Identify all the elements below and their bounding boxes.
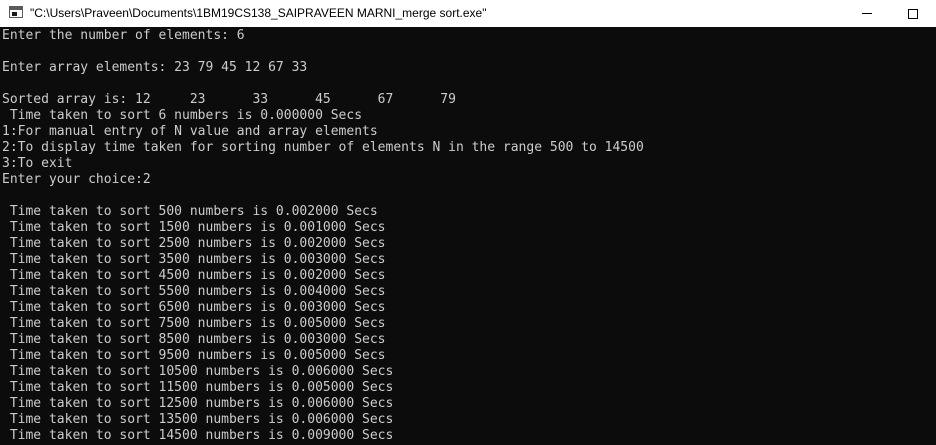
console-line: Time taken to sort 500 numbers is 0.0020… [2, 204, 378, 219]
maximize-button[interactable] [890, 0, 936, 27]
console-line: Time taken to sort 6 numbers is 0.000000… [2, 108, 363, 123]
console-lines: Enter the number of elements: 6 Enter ar… [2, 28, 644, 444]
console-line: Time taken to sort 13500 numbers is 0.00… [2, 412, 394, 427]
console-line: Enter array elements: 23 79 45 12 67 33 [2, 60, 308, 75]
console-line: Time taken to sort 14500 numbers is 0.00… [2, 428, 394, 443]
console-output[interactable]: Enter the number of elements: 6 Enter ar… [0, 27, 936, 445]
console-line: Time taken to sort 12500 numbers is 0.00… [2, 396, 394, 411]
console-line: 1:For manual entry of N value and array … [2, 124, 378, 139]
console-app-icon[interactable] [9, 6, 23, 18]
console-line: Time taken to sort 8500 numbers is 0.003… [2, 332, 386, 347]
console-line: 3:To exit [2, 156, 73, 171]
console-window: "C:\Users\Praveen\Documents\1BM19CS138_S… [0, 0, 936, 445]
console-line: Time taken to sort 6500 numbers is 0.003… [2, 300, 386, 315]
minimize-button[interactable] [844, 0, 890, 27]
console-line: Time taken to sort 9500 numbers is 0.005… [2, 348, 386, 363]
console-line: Time taken to sort 7500 numbers is 0.005… [2, 316, 386, 331]
console-line: Time taken to sort 3500 numbers is 0.003… [2, 252, 386, 267]
console-line: Time taken to sort 5500 numbers is 0.004… [2, 284, 386, 299]
title-bar[interactable]: "C:\Users\Praveen\Documents\1BM19CS138_S… [0, 0, 936, 28]
console-line: Sorted array is: 12 23 33 45 67 79 [2, 92, 456, 107]
console-line: Enter the number of elements: 6 [2, 28, 245, 43]
console-line: Time taken to sort 1500 numbers is 0.001… [2, 220, 386, 235]
minimize-icon [862, 13, 872, 14]
window-title: "C:\Users\Praveen\Documents\1BM19CS138_S… [30, 6, 487, 20]
console-line: Enter your choice:2 [2, 172, 151, 187]
console-line: Time taken to sort 4500 numbers is 0.002… [2, 268, 386, 283]
maximize-icon [908, 8, 918, 19]
console-line: 2:To display time taken for sorting numb… [2, 140, 644, 155]
console-line: Time taken to sort 10500 numbers is 0.00… [2, 364, 394, 379]
console-line: Time taken to sort 2500 numbers is 0.002… [2, 236, 386, 251]
console-line: Time taken to sort 11500 numbers is 0.00… [2, 380, 394, 395]
